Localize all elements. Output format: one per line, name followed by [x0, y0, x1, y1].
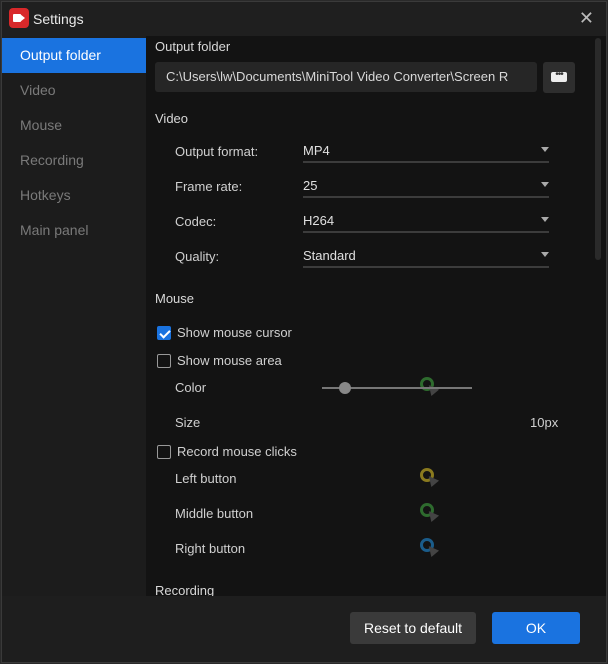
quality-select[interactable]: Standard [303, 243, 549, 268]
color-label: Color [175, 380, 207, 395]
left-button-label: Left button [175, 471, 237, 486]
output-format-select[interactable]: MP4 [303, 138, 549, 163]
show-mouse-cursor-label: Show mouse cursor [177, 325, 292, 340]
show-mouse-area-checkbox[interactable] [157, 354, 171, 368]
browse-button[interactable]: ••• [543, 62, 575, 93]
title-bar: Settings ✕ [2, 2, 606, 36]
video-heading: Video [155, 111, 189, 126]
chevron-down-icon [541, 252, 549, 257]
chevron-down-icon [541, 147, 549, 152]
frame-rate-value: 25 [303, 178, 318, 193]
size-value: 10px [530, 415, 559, 430]
sidebar-item-hotkeys[interactable]: Hotkeys [2, 178, 146, 213]
sidebar-item-mouse[interactable]: Mouse [2, 108, 146, 143]
settings-window: Settings ✕ Output folder Video Mouse Rec… [1, 1, 607, 663]
right-button-label: Right button [175, 541, 246, 556]
show-mouse-area-label: Show mouse area [177, 353, 282, 368]
sidebar: Output folder Video Mouse Recording Hotk… [2, 38, 146, 596]
codec-select[interactable]: H264 [303, 208, 549, 233]
sidebar-item-output-folder[interactable]: Output folder [2, 38, 146, 73]
quality-label: Quality: [175, 249, 220, 264]
frame-rate-label: Frame rate: [175, 179, 243, 194]
sidebar-item-recording[interactable]: Recording [2, 143, 146, 178]
quality-value: Standard [303, 248, 356, 263]
middle-button-label: Middle button [175, 506, 254, 521]
recording-heading: Recording [155, 583, 215, 596]
close-icon[interactable]: ✕ [579, 8, 594, 29]
chevron-down-icon [541, 182, 549, 187]
record-mouse-clicks-label: Record mouse clicks [177, 444, 297, 459]
chevron-down-icon [541, 217, 549, 222]
output-format-value: MP4 [303, 143, 330, 158]
footer: Reset to default OK [2, 596, 606, 662]
frame-rate-select[interactable]: 25 [303, 173, 549, 198]
output-format-label: Output format: [175, 144, 259, 159]
settings-content: Output folder C:\Users\lw\Documents\Mini… [146, 36, 606, 596]
middle-button-color-picker[interactable] [418, 501, 440, 523]
size-label: Size [175, 415, 201, 430]
sidebar-item-video[interactable]: Video [2, 73, 146, 108]
codec-label: Codec: [175, 214, 217, 229]
more-icon: ••• [551, 70, 567, 82]
right-button-color-picker[interactable] [418, 536, 440, 558]
size-slider-handle[interactable] [338, 382, 351, 394]
sidebar-item-main-panel[interactable]: Main panel [2, 213, 146, 248]
window-title: Settings [33, 11, 84, 27]
codec-value: H264 [303, 213, 335, 228]
app-logo-icon [9, 8, 29, 28]
left-button-color-picker[interactable] [418, 466, 440, 488]
output-folder-heading: Output folder [155, 39, 231, 54]
area-color-picker[interactable] [418, 375, 440, 397]
reset-to-default-button[interactable]: Reset to default [350, 612, 476, 644]
output-path-field[interactable]: C:\Users\lw\Documents\MiniTool Video Con… [155, 62, 537, 92]
record-mouse-clicks-checkbox[interactable] [157, 445, 171, 459]
scrollbar[interactable] [595, 38, 601, 260]
mouse-heading: Mouse [155, 291, 195, 306]
show-mouse-cursor-checkbox[interactable] [157, 326, 171, 340]
ok-button[interactable]: OK [492, 612, 580, 644]
